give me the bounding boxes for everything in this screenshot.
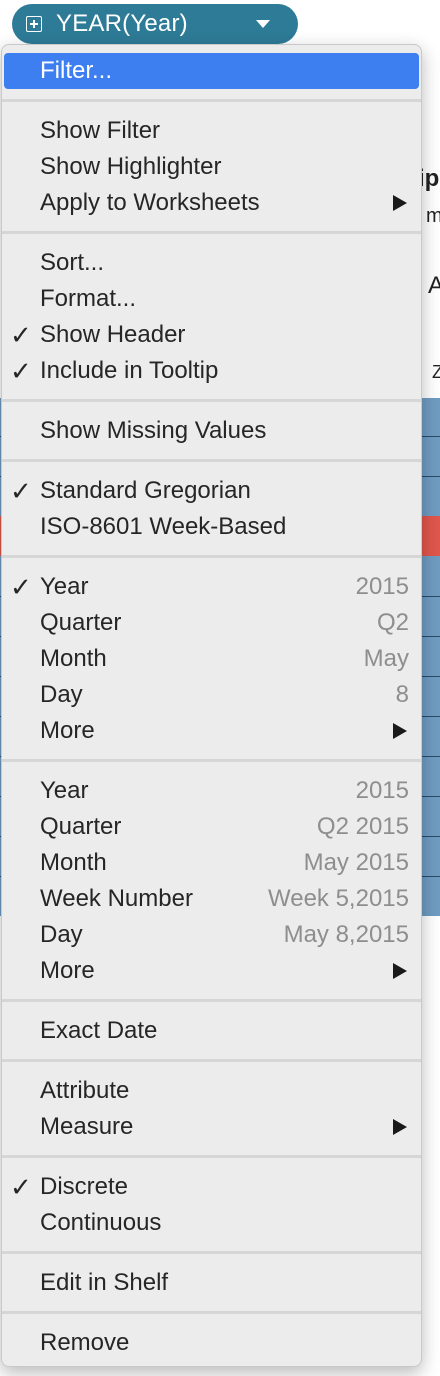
menu-item-value: May 8,2015	[283, 921, 409, 948]
menu-item-label: Year	[40, 573, 89, 600]
menu-item-label: Continuous	[40, 1209, 162, 1236]
menu-item-more[interactable]: More	[2, 953, 421, 989]
field-pill[interactable]: YEAR(Year)	[12, 4, 298, 44]
submenu-arrow-icon	[393, 963, 407, 979]
menu-item-label: Apply to Worksheets	[40, 189, 260, 216]
menu-item-format[interactable]: Format...	[2, 281, 421, 317]
menu-item-day[interactable]: Day 8	[2, 677, 421, 713]
menu-separator	[2, 1145, 421, 1169]
context-menu: Filter... Show Filter Show Highlighter Appl…	[1, 44, 422, 1367]
menu-item-label: Include in Tooltip	[40, 357, 219, 384]
menu-item-label: Remove	[40, 1329, 130, 1356]
menu-item-label: Standard Gregorian	[40, 477, 251, 504]
menu-item-label: Show Header	[40, 321, 186, 348]
menu-item-attribute[interactable]: Attribute	[2, 1073, 421, 1109]
menu-item-label: ISO-8601 Week-Based	[40, 513, 287, 540]
menu-item-measure[interactable]: Measure	[2, 1109, 421, 1145]
menu-item-filter[interactable]: Filter...	[4, 53, 419, 89]
menu-item-discrete[interactable]: ✓ Discrete	[2, 1169, 421, 1205]
menu-separator	[2, 1301, 421, 1325]
menu-item-show-missing-values[interactable]: Show Missing Values	[2, 413, 421, 449]
menu-item-label: Format...	[40, 285, 137, 312]
menu-item-value: 2015	[355, 777, 409, 804]
menu-item-exact-date[interactable]: Exact Date	[2, 1013, 421, 1049]
checkmark-icon: ✓	[10, 476, 32, 506]
menu-item-continuous[interactable]: Continuous	[2, 1205, 421, 1241]
menu-separator	[2, 449, 421, 473]
menu-item-value: Q2 2015	[316, 813, 409, 840]
menu-item-show-header[interactable]: ✓ Show Header	[2, 317, 421, 353]
menu-separator	[2, 989, 421, 1013]
menu-item-label: Month	[40, 849, 107, 876]
checkmark-icon: ✓	[10, 356, 32, 386]
menu-item-label: Discrete	[40, 1173, 129, 1200]
menu-item-label: Show Highlighter	[40, 153, 222, 180]
menu-item-day[interactable]: Day May 8,2015	[2, 917, 421, 953]
submenu-arrow-icon	[393, 723, 407, 739]
menu-item-month[interactable]: Month May	[2, 641, 421, 677]
menu-item-label: Sort...	[40, 249, 105, 276]
menu-item-value: Q2	[376, 609, 409, 636]
menu-item-label: More	[40, 717, 95, 744]
plus-box-icon[interactable]	[26, 16, 42, 32]
checkmark-icon: ✓	[10, 572, 32, 602]
menu-item-show-highlighter[interactable]: Show Highlighter	[2, 149, 421, 185]
menu-item-quarter[interactable]: Quarter Q2 2015	[2, 809, 421, 845]
menu-item-label: Filter...	[40, 57, 113, 84]
menu-separator	[2, 389, 421, 413]
menu-item-iso-8601-week-based[interactable]: ISO-8601 Week-Based	[2, 509, 421, 545]
menu-item-label: Exact Date	[40, 1017, 158, 1044]
menu-item-more[interactable]: More	[2, 713, 421, 749]
menu-separator	[2, 1241, 421, 1265]
menu-item-include-in-tooltip[interactable]: ✓ Include in Tooltip	[2, 353, 421, 389]
menu-item-label: Year	[40, 777, 89, 804]
menu-item-value: May 2015	[303, 849, 409, 876]
submenu-arrow-icon	[393, 195, 407, 211]
checkmark-icon: ✓	[10, 320, 32, 350]
menu-item-standard-gregorian[interactable]: ✓ Standard Gregorian	[2, 473, 421, 509]
menu-item-value: 2015	[355, 573, 409, 600]
menu-item-label: Show Filter	[40, 117, 161, 144]
pill-label: YEAR(Year)	[56, 10, 188, 37]
background-text-fragment: A	[428, 272, 440, 299]
menu-item-quarter[interactable]: Quarter Q2	[2, 605, 421, 641]
menu-separator	[2, 749, 421, 773]
menu-item-apply-to-worksheets[interactable]: Apply to Worksheets	[2, 185, 421, 221]
menu-item-year[interactable]: Year 2015	[2, 773, 421, 809]
menu-item-value: May	[363, 645, 409, 672]
menu-item-year[interactable]: ✓ Year 2015	[2, 569, 421, 605]
menu-separator	[2, 545, 421, 569]
menu-item-label: Measure	[40, 1113, 134, 1140]
menu-item-label: Quarter	[40, 609, 122, 636]
background-text-fragment: Z	[432, 362, 440, 382]
menu-separator	[2, 89, 421, 113]
menu-item-edit-in-shelf[interactable]: Edit in Shelf	[2, 1265, 421, 1301]
background-text-fragment: m	[426, 205, 440, 227]
menu-item-label: Week Number	[40, 885, 193, 912]
menu-item-label: Month	[40, 645, 107, 672]
checkmark-icon: ✓	[10, 1172, 32, 1202]
caret-down-icon[interactable]	[256, 20, 270, 28]
menu-item-label: Quarter	[40, 813, 122, 840]
menu-item-remove[interactable]: Remove	[2, 1325, 421, 1361]
menu-item-label: Edit in Shelf	[40, 1269, 169, 1296]
menu-item-month[interactable]: Month May 2015	[2, 845, 421, 881]
menu-item-label: Day	[40, 921, 83, 948]
menu-item-label: Day	[40, 681, 83, 708]
submenu-arrow-icon	[393, 1119, 407, 1135]
menu-item-value: 8	[395, 681, 409, 708]
menu-item-value: Week 5,2015	[268, 885, 409, 912]
menu-separator	[2, 221, 421, 245]
menu-item-week-number[interactable]: Week Number Week 5,2015	[2, 881, 421, 917]
menu-item-label: More	[40, 957, 95, 984]
menu-item-label: Show Missing Values	[40, 417, 267, 444]
menu-item-label: Attribute	[40, 1077, 130, 1104]
menu-separator	[2, 1049, 421, 1073]
menu-item-show-filter[interactable]: Show Filter	[2, 113, 421, 149]
menu-item-sort[interactable]: Sort...	[2, 245, 421, 281]
